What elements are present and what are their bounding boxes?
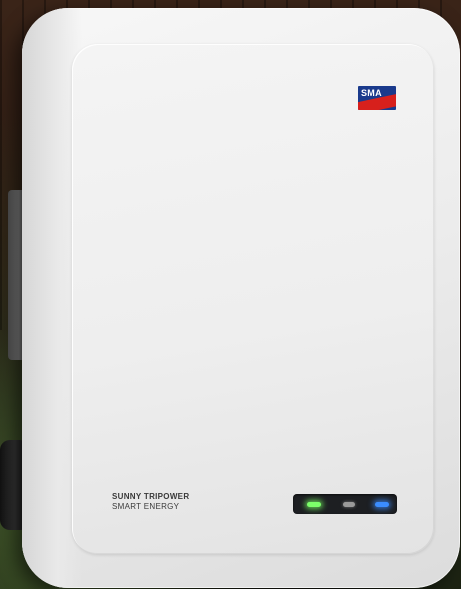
status-led-bar xyxy=(293,494,397,514)
status-led-blue xyxy=(375,502,389,507)
product-subtitle: SMART ENERGY xyxy=(112,502,180,511)
status-led-green xyxy=(307,502,321,507)
status-led-grey xyxy=(343,502,355,507)
logo-text: SMA xyxy=(361,88,382,98)
product-name: SUNNY TRIPOWER xyxy=(112,492,190,501)
inverter-front-cover xyxy=(72,44,434,554)
photo-scene: SMA SUNNY TRIPOWER SMART ENERGY xyxy=(0,0,461,589)
product-label: SUNNY TRIPOWER SMART ENERGY xyxy=(112,492,189,512)
sma-logo: SMA xyxy=(358,86,396,110)
